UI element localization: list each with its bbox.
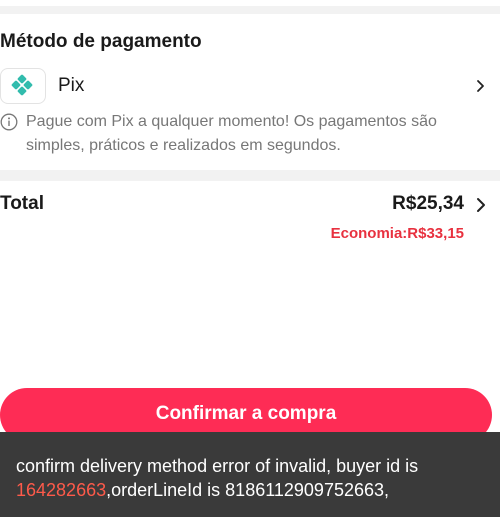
chevron-right-icon[interactable] [474,76,488,96]
pix-method-label: Pix [58,75,85,96]
error-toast: confirm delivery method error of invalid… [0,432,500,517]
previous-card-edge [0,0,500,6]
chevron-right-icon[interactable] [474,195,488,215]
payment-method-card: Método de pagamento Pix Pague com Pix a … [0,14,500,170]
toast-buyer-id: 164282663 [16,480,107,500]
savings-text: Economia:R$33,15 [330,225,464,242]
pix-info-text: Pague com Pix a qualquer momento! Os pag… [26,113,437,154]
top-strip [0,0,500,14]
confirm-purchase-label: Confirmar a compra [155,403,337,424]
payment-method-title: Método de pagamento [0,31,202,52]
total-value: R$25,34 [392,193,464,214]
toast-message-suffix: ,orderLineId is 8186112909752663, [106,480,390,500]
pix-method-row[interactable]: Pix [0,68,500,104]
pix-icon [0,68,46,104]
toast-message-prefix: confirm delivery method error of invalid… [16,456,419,476]
info-icon [0,113,18,131]
order-total-card: Total R$25,34 Economia:R$33,15 [0,181,500,374]
total-label: Total [0,193,44,214]
